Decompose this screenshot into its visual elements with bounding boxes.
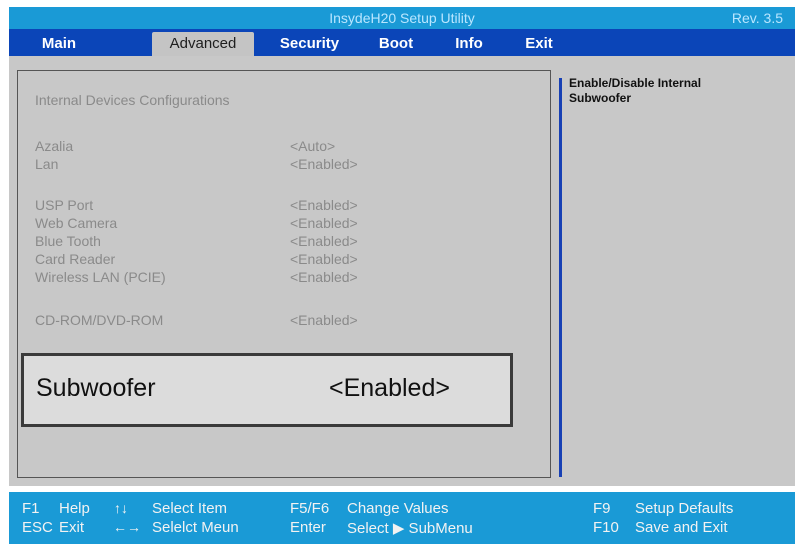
setting-value[interactable]: <Enabled> xyxy=(329,374,450,403)
setting-value[interactable]: <Enabled> xyxy=(290,215,358,231)
setting-label: Azalia xyxy=(35,138,74,154)
setting-label: Wireless LAN (PCIE) xyxy=(35,269,166,285)
title-bar: InsydeH20 Setup Utility Rev. 3.5 xyxy=(9,7,795,29)
key-leftright-label: Selelct Meun xyxy=(152,519,239,536)
revision-label: Rev. 3.5 xyxy=(731,10,783,26)
key-f5-f6-label: Change Values xyxy=(347,500,449,517)
setting-label: Web Camera xyxy=(35,215,118,231)
setting-value[interactable]: <Enabled> xyxy=(290,269,358,285)
key-legend-bar: F1 Help ESC Exit ↑↓ Select Item ←→ Selel… xyxy=(9,492,795,544)
tab-exit[interactable]: Exit xyxy=(517,32,561,56)
setting-label: CD-ROM/DVD-ROM xyxy=(35,312,164,328)
key-enter-label: Select ▶ SubMenu xyxy=(347,520,473,537)
left-right-arrows-icon: ←→ xyxy=(113,519,141,535)
tab-boot[interactable]: Boot xyxy=(371,32,421,56)
setting-label: Subwoofer xyxy=(36,374,156,402)
key-updown-label: Select Item xyxy=(152,500,228,517)
help-divider xyxy=(559,78,562,477)
window-title: InsydeH20 Setup Utility xyxy=(329,10,475,26)
key-enter: Enter xyxy=(290,519,326,536)
key-f1: F1 xyxy=(22,500,40,517)
setting-value[interactable]: <Auto> xyxy=(290,138,335,154)
setting-label: Blue Tooth xyxy=(35,233,101,249)
setting-label: Lan xyxy=(35,156,59,172)
setting-label: USP Port xyxy=(35,197,94,213)
tab-main[interactable]: Main xyxy=(29,32,89,56)
help-text-line: Subwoofer xyxy=(569,91,631,105)
key-f10: F10 xyxy=(593,519,619,536)
setting-value[interactable]: <Enabled> xyxy=(290,197,358,213)
selected-setting-row[interactable]: Subwoofer <Enabled> xyxy=(21,353,513,427)
tab-advanced[interactable]: Advanced xyxy=(152,32,254,56)
help-text: Enable/Disable Internal Subwoofer xyxy=(569,76,779,106)
key-f9: F9 xyxy=(593,500,611,517)
tab-info[interactable]: Info xyxy=(447,32,491,56)
tab-security[interactable]: Security xyxy=(267,32,352,56)
key-esc-label: Exit xyxy=(59,519,85,536)
key-f5-f6: F5/F6 xyxy=(290,500,330,517)
setting-value[interactable]: <Enabled> xyxy=(290,233,358,249)
menu-bar: Main Advanced Security Boot Info Exit xyxy=(9,29,795,57)
section-title: Internal Devices Configurations xyxy=(35,92,230,108)
setting-value[interactable]: <Enabled> xyxy=(290,312,358,328)
setting-label: Card Reader xyxy=(35,251,116,267)
key-f9-label: Setup Defaults xyxy=(635,500,734,517)
up-down-arrows-icon: ↑↓ xyxy=(114,500,128,516)
setting-value[interactable]: <Enabled> xyxy=(290,156,358,172)
setting-value[interactable]: <Enabled> xyxy=(290,251,358,267)
key-f1-label: Help xyxy=(59,500,90,517)
key-f10-label: Save and Exit xyxy=(635,519,728,536)
help-text-line: Enable/Disable Internal xyxy=(569,76,702,90)
key-esc: ESC xyxy=(22,519,53,536)
settings-panel: Enable/Disable Internal Subwoofer Intern… xyxy=(9,56,795,486)
